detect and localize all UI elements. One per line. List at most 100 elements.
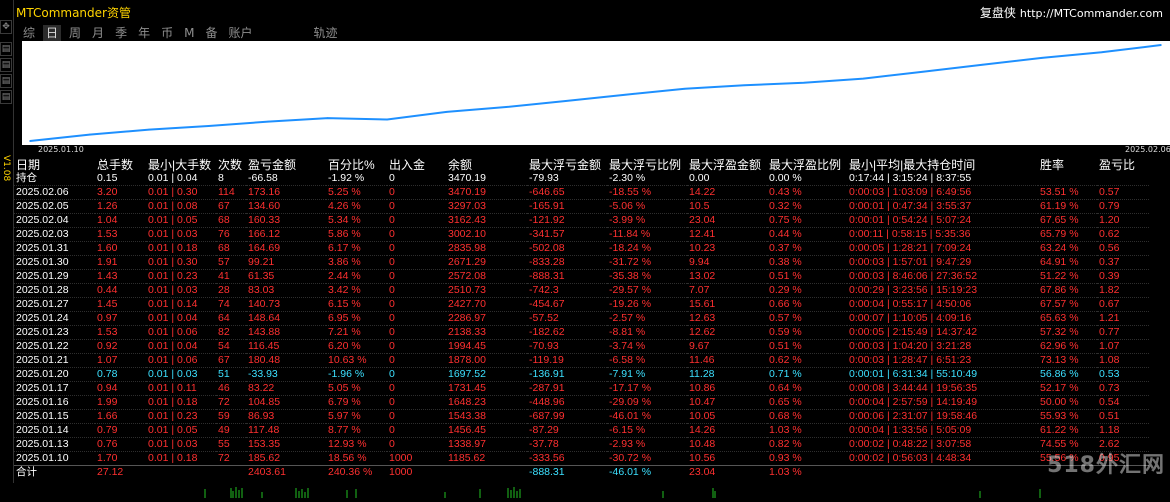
cell-col-1: 0.92 [95, 339, 146, 354]
table-header-row[interactable]: 日期 总手数 最小|大手数 次数 盈亏金额 百分比% 出入金 余额 最大浮亏金额 最大浮亏比例 最大… [14, 158, 1149, 172]
table-row[interactable]: 2025.01.13 0.76 0.01 | 0.03 55 153.35 12.93 %… [14, 437, 1149, 452]
cell-col-5: 18.56 % [326, 451, 387, 466]
toolbar-button-4[interactable]: ▤ [0, 90, 12, 104]
table-row[interactable]: 2025.01.10 1.70 0.01 | 0.18 72 185.62 18.56 %… [14, 451, 1149, 466]
cell-col-0: 2025.01.23 [14, 325, 95, 340]
holding-row[interactable]: 持仓 0.15 0.01 | 0.04 8 -66.58 -1.92 % 0 3470.19 -… [14, 172, 1149, 186]
cell-col-9: -2.93 % [607, 437, 687, 452]
tab-3[interactable]: 月 [89, 25, 107, 42]
cell-col-8: 最大浮亏金额 [529, 158, 602, 172]
cell-col-12: 0:00:03 | 8:46:06 | 27:36:52 [847, 269, 1038, 284]
cell-col-11: 0.51 % [767, 269, 847, 284]
mtcommander-panel: MTCommander资管 复盘侠 http://MTCommander.com … [13, 0, 1170, 483]
table-row[interactable]: 2025.01.15 1.66 0.01 | 0.23 59 86.93 5.97 % 0 1… [14, 409, 1149, 424]
table-row[interactable]: 2025.02.03 1.53 0.01 | 0.03 76 166.12 5.86 % 0… [14, 227, 1149, 242]
table-row[interactable]: 2025.01.21 1.07 0.01 | 0.06 67 180.48 10.63 %… [14, 353, 1149, 368]
table-row[interactable]: 2025.01.31 1.60 0.01 | 0.18 68 164.69 6.17 % 0… [14, 241, 1149, 256]
toolbar-button-2[interactable]: ▤ [0, 58, 12, 72]
cell-col-9: -3.74 % [607, 339, 687, 354]
cell-col-13: 53.51 % [1038, 185, 1097, 200]
cell-col-2: 0.01 | 0.18 [146, 451, 216, 466]
table-row[interactable]: 2025.01.14 0.79 0.01 | 0.05 49 117.48 8.77 % 0… [14, 423, 1149, 438]
cell-col-11: 0.65 % [767, 395, 847, 410]
cell-col-9: -46.01 % [607, 409, 687, 424]
table-row[interactable]: 2025.01.16 1.99 0.01 | 0.18 72 104.85 6.79 % 0… [14, 395, 1149, 410]
cell-col-1: 1.43 [95, 269, 146, 284]
cell-col-12: 0:00:05 | 2:15:49 | 14:37:42 [847, 325, 1038, 340]
cell-col-5: 5.25 % [326, 185, 387, 200]
table-row[interactable]: 2025.01.22 0.92 0.01 | 0.04 54 116.45 6.20 % 0… [14, 339, 1149, 354]
tab-track[interactable]: 轨迹 [311, 25, 341, 42]
cell-col-4: 148.64 [246, 311, 326, 326]
cell-col-7: 3470.19 [448, 172, 486, 184]
equity-point-0 [29, 140, 31, 142]
cell-col-2: 0.01 | 0.06 [146, 325, 216, 340]
cell-col-8: -687.99 [527, 409, 607, 424]
cell-col-10: 10.48 [687, 437, 767, 452]
tab-2[interactable]: 周 [66, 25, 84, 42]
cell-col-3: 51 [216, 367, 246, 382]
cell-col-8: -121.92 [527, 213, 607, 228]
table-row[interactable]: 2025.02.04 1.04 0.01 | 0.05 68 160.33 5.34 % 0… [14, 213, 1149, 228]
cell-col-14: 1.20 [1097, 213, 1149, 228]
cell-col-1: 1.26 [95, 199, 146, 214]
cell-col-1: 0.78 [95, 367, 146, 382]
cell-col-3: 72 [216, 451, 246, 466]
cell-col-9: -18.24 % [607, 241, 687, 256]
table-row[interactable]: 2025.01.20 0.78 0.01 | 0.03 51 -33.93 -1.96 %… [14, 367, 1149, 382]
tab-8[interactable]: 备 [202, 25, 220, 42]
cell-col-8: -888.31 [527, 465, 607, 479]
table-row[interactable]: 2025.02.06 3.20 0.01 | 0.30 114 173.16 5.25 %… [14, 185, 1149, 200]
cell-col-12: 0:00:02 | 0:56:03 | 4:48:34 [847, 451, 1038, 466]
cell-col-5: 6.95 % [326, 311, 387, 326]
cell-col-12: 0:00:02 | 0:48:22 | 3:07:58 [847, 437, 1038, 452]
table-row[interactable]: 2025.01.30 1.91 0.01 | 0.30 57 99.21 3.86 % 0 2… [14, 255, 1149, 270]
cell-col-0: 2025.01.22 [14, 339, 95, 354]
brand-url-link[interactable]: http://MTCommander.com [1020, 7, 1163, 20]
cell-col-9: -6.58 % [607, 353, 687, 368]
tab-5[interactable]: 年 [135, 25, 153, 42]
cell-col-9: -6.15 % [607, 423, 687, 438]
cell-col-4: 180.48 [246, 353, 326, 368]
equity-point-4 [267, 120, 269, 123]
cell-col-12: 0:00:03 | 1:57:01 | 9:47:29 [847, 255, 1038, 270]
cell-col-12: 0:00:29 | 3:23:56 | 15:19:23 [847, 283, 1038, 298]
cell-col-6: 0 [389, 172, 395, 184]
cell-col-14: 0.79 [1097, 199, 1149, 214]
tab-4[interactable]: 季 [112, 25, 130, 42]
toolbar-button-1[interactable]: ▤ [0, 42, 12, 56]
equity-point-6 [386, 118, 389, 121]
cell-col-14: 盈亏比 [1099, 158, 1136, 172]
toolbar-move-icon[interactable]: ✥ [0, 20, 12, 34]
cell-col-4: 117.48 [246, 423, 326, 438]
table-row[interactable]: 2025.01.24 0.97 0.01 | 0.04 64 148.64 6.95 % 0… [14, 311, 1149, 326]
table-row[interactable]: 2025.02.05 1.26 0.01 | 0.08 67 134.60 4.26 % 0… [14, 199, 1149, 214]
table-row[interactable]: 2025.01.29 1.43 0.01 | 0.23 41 61.35 2.44 % 0 2… [14, 269, 1149, 284]
table-row[interactable]: 2025.01.23 1.53 0.01 | 0.06 82 143.88 7.21 % 0… [14, 325, 1149, 340]
left-toolbar-strip: ✥ ▤ ▤ ▤ ▤ V1.08 [0, 0, 12, 495]
cell-col-5: 7.21 % [326, 325, 387, 340]
cell-col-11: 0.71 % [767, 367, 847, 382]
cell-col-5: 6.15 % [326, 297, 387, 312]
tab-1[interactable]: 日 [43, 25, 62, 42]
cell-col-5: 6.79 % [326, 395, 387, 410]
table-row[interactable]: 2025.01.27 1.45 0.01 | 0.14 74 140.73 6.15 % 0… [14, 297, 1149, 312]
toolbar-button-3[interactable]: ▤ [0, 74, 12, 88]
cell-col-10: 23.04 [687, 213, 767, 228]
cell-col-5: 6.20 % [326, 339, 387, 354]
cell-col-0: 2025.01.13 [14, 437, 95, 452]
equity-point-11 [684, 88, 686, 90]
tab-7[interactable]: M [181, 25, 197, 42]
cell-col-13: 胜率 [1040, 158, 1065, 172]
table-row[interactable]: 2025.01.17 0.94 0.01 | 0.11 46 83.22 5.05 % 0 1… [14, 381, 1149, 396]
summary-row[interactable]: 合计 27.12 2403.61 240.36 % 1000 -888.31 -46.01 … [14, 465, 1149, 479]
cell-col-2: 0.01 | 0.18 [146, 241, 216, 256]
equity-point-3 [207, 125, 210, 127]
cell-col-6: 0 [387, 213, 446, 228]
tab-9[interactable]: 账户 [225, 25, 255, 42]
tab-6[interactable]: 币 [158, 25, 176, 42]
table-row[interactable]: 2025.01.28 0.44 0.01 | 0.03 28 83.03 3.42 % 0 2… [14, 283, 1149, 298]
cell-col-8: -57.52 [527, 311, 607, 326]
cell-col-14: 1.07 [1097, 339, 1149, 354]
tab-0[interactable]: 综 [20, 25, 38, 42]
